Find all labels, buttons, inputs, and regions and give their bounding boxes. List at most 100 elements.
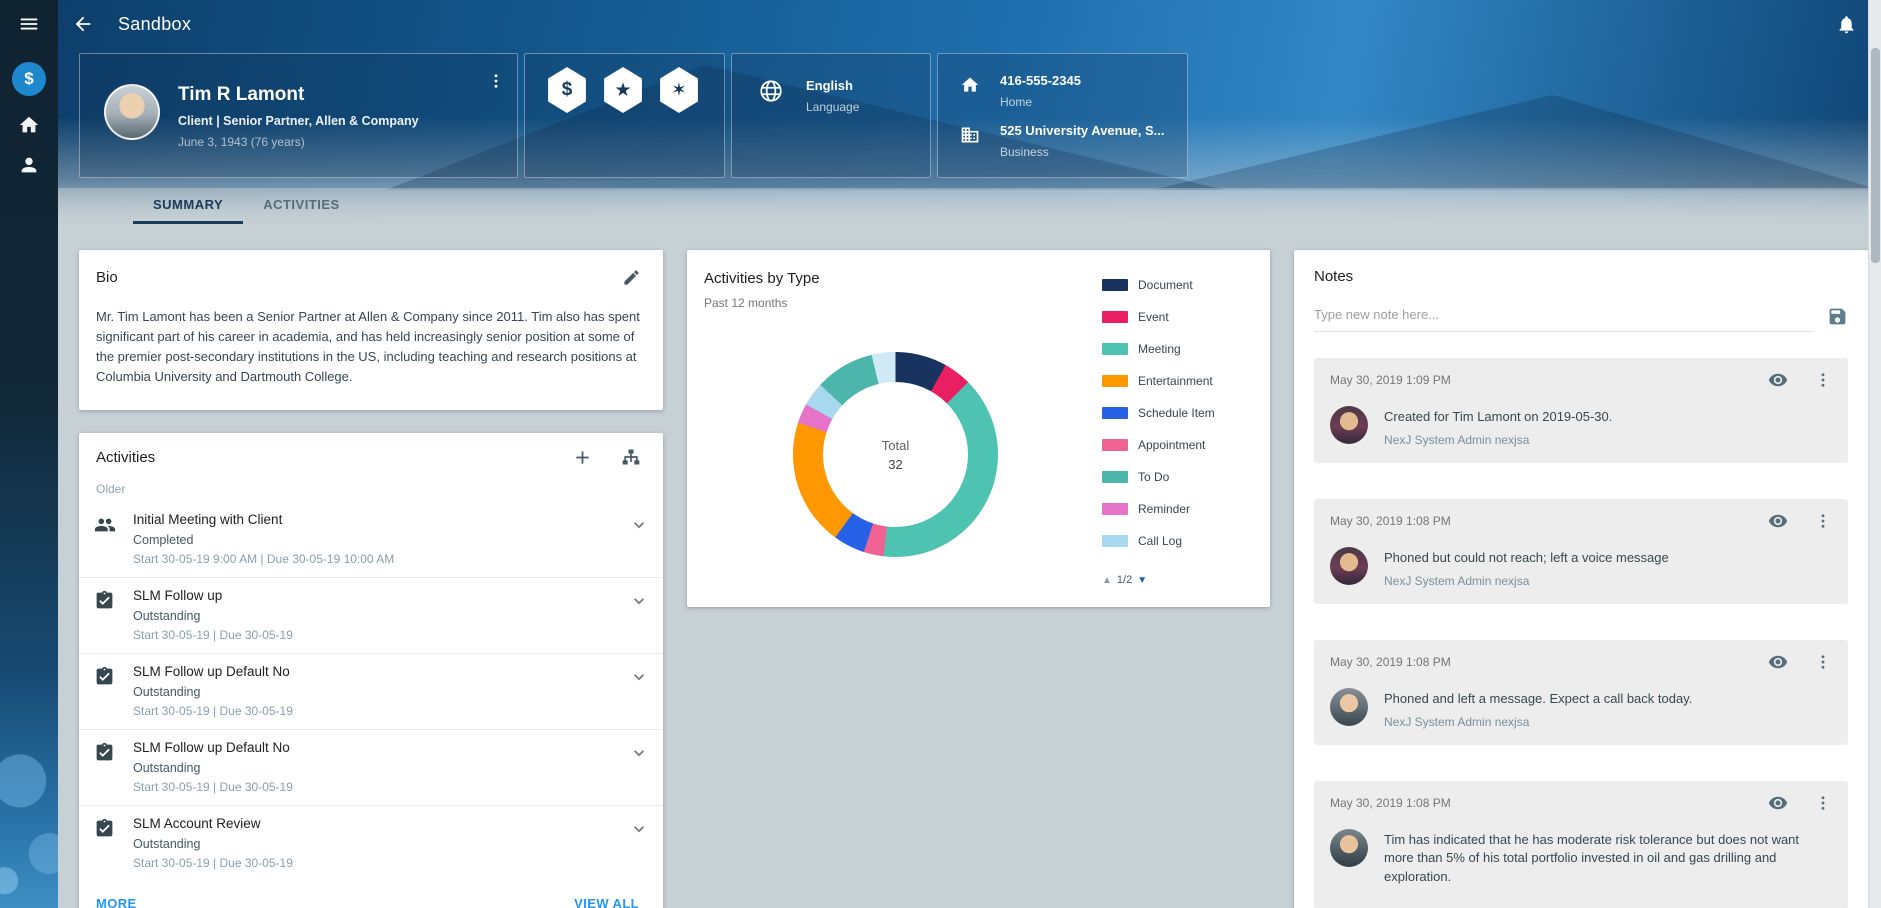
- page-title: Sandbox: [118, 14, 191, 35]
- activity-row[interactable]: Initial Meeting with Client Completed St…: [79, 502, 663, 577]
- language-label: Language: [806, 100, 859, 114]
- legend-page-down-icon[interactable]: ▼: [1137, 575, 1147, 586]
- activities-list: Initial Meeting with Client Completed St…: [79, 502, 663, 881]
- middle-column: Activities by Type Past 12 months Total …: [687, 250, 1270, 607]
- note-menu-kebab-icon[interactable]: [1814, 794, 1832, 812]
- bio-card: Bio Mr. Tim Lamont has been a Senior Par…: [79, 250, 663, 410]
- activity-title: SLM Follow up: [133, 588, 293, 603]
- legend-item: Document: [1102, 274, 1254, 296]
- chevron-down-icon[interactable]: [629, 667, 649, 687]
- legend-item: Meeting: [1102, 338, 1254, 360]
- legend-item: Reminder: [1102, 498, 1254, 520]
- legend-swatch: [1102, 311, 1128, 323]
- activity-row[interactable]: SLM Follow up Default No Outstanding Sta…: [79, 729, 663, 805]
- legend-label: Document: [1138, 278, 1193, 292]
- activity-dates: Start 30-05-19 | Due 30-05-19: [133, 780, 293, 794]
- sidebar-item-profile[interactable]: [18, 154, 40, 176]
- legend-label: To Do: [1138, 470, 1169, 484]
- back-button[interactable]: [72, 13, 94, 35]
- note-date: May 30, 2019 1:08 PM: [1330, 655, 1451, 669]
- activity-title: SLM Follow up Default No: [133, 740, 293, 755]
- profile-menu-icon[interactable]: [487, 72, 505, 90]
- view-all-link[interactable]: VIEW ALL: [574, 896, 639, 908]
- note-date: May 30, 2019 1:08 PM: [1330, 796, 1451, 810]
- new-note-input[interactable]: [1314, 301, 1813, 332]
- notifications-bell-icon[interactable]: [1836, 14, 1857, 35]
- legend-label: Entertainment: [1138, 374, 1213, 388]
- bio-text: Mr. Tim Lamont has been a Senior Partner…: [96, 307, 641, 388]
- note-card: May 30, 2019 1:08 PM Tim has indicated t…: [1314, 781, 1848, 908]
- task-check-icon: [94, 742, 120, 794]
- activity-dates: Start 30-05-19 | Due 30-05-19: [133, 704, 293, 718]
- activities-by-type-card: Activities by Type Past 12 months Total …: [687, 250, 1270, 607]
- right-column: Notes May 30, 2019 1:09 PM: [1294, 250, 1868, 908]
- chevron-down-icon[interactable]: [629, 591, 649, 611]
- legend-page-up-icon[interactable]: ▲: [1102, 575, 1112, 586]
- note-card: May 30, 2019 1:08 PM Phoned and left a m…: [1314, 640, 1848, 745]
- chevron-down-icon[interactable]: [629, 819, 649, 839]
- tab-summary[interactable]: SUMMARY: [133, 188, 243, 224]
- profile-birthdate: June 3, 1943 (76 years): [178, 135, 419, 149]
- legend-item: Event: [1102, 306, 1254, 328]
- star-badge-icon[interactable]: ★: [601, 67, 645, 113]
- view-note-eye-icon[interactable]: [1768, 652, 1788, 672]
- hierarchy-sitemap-icon[interactable]: [621, 447, 641, 467]
- view-note-eye-icon[interactable]: [1768, 370, 1788, 390]
- note-date: May 30, 2019 1:09 PM: [1330, 373, 1451, 387]
- sidebar-item-home[interactable]: [18, 114, 40, 136]
- menu-icon[interactable]: [0, 0, 58, 48]
- activity-row[interactable]: SLM Follow up Outstanding Start 30-05-19…: [79, 577, 663, 653]
- activity-dates: Start 30-05-19 | Due 30-05-19: [133, 628, 293, 642]
- note-menu-kebab-icon[interactable]: [1814, 371, 1832, 389]
- activity-row[interactable]: SLM Follow up Default No Outstanding Sta…: [79, 653, 663, 729]
- add-activity-icon[interactable]: [572, 447, 593, 468]
- chevron-down-icon[interactable]: [629, 515, 649, 535]
- note-author-avatar: [1330, 406, 1368, 444]
- vertical-scrollbar[interactable]: [1868, 0, 1881, 908]
- legend-page-label: 1/2: [1117, 574, 1132, 586]
- note-menu-kebab-icon[interactable]: [1814, 512, 1832, 530]
- activity-row[interactable]: SLM Account Review Outstanding Start 30-…: [79, 805, 663, 881]
- view-note-eye-icon[interactable]: [1768, 793, 1788, 813]
- bio-title: Bio: [96, 269, 118, 286]
- chevron-down-icon[interactable]: [629, 743, 649, 763]
- note-text: Phoned and left a message. Expect a call…: [1384, 690, 1692, 709]
- legend-swatch: [1102, 375, 1128, 387]
- legend-label: Reminder: [1138, 502, 1190, 516]
- activity-title: SLM Account Review: [133, 816, 293, 831]
- activities-card: Activities Older Initial: [79, 433, 663, 908]
- activity-status: Outstanding: [133, 609, 293, 623]
- burst-badge-icon[interactable]: ✶: [657, 67, 701, 113]
- activities-group-label: Older: [79, 474, 663, 502]
- activity-status: Outstanding: [133, 761, 293, 775]
- notes-list: May 30, 2019 1:09 PM Created for Tim Lam…: [1314, 358, 1848, 908]
- language-card: English Language: [731, 53, 931, 178]
- sidebar-item-dollar[interactable]: $: [12, 48, 46, 96]
- activity-status: Outstanding: [133, 685, 293, 699]
- task-check-icon: [94, 590, 120, 642]
- globe-icon: [758, 78, 784, 177]
- sidebar: $: [0, 0, 58, 908]
- contact-phone: 416-555-2345: [1000, 73, 1081, 88]
- legend-swatch: [1102, 503, 1128, 515]
- activity-dates: Start 30-05-19 | Due 30-05-19: [133, 856, 293, 870]
- note-text: Created for Tim Lamont on 2019-05-30.: [1384, 408, 1612, 427]
- legend-swatch: [1102, 535, 1128, 547]
- note-menu-kebab-icon[interactable]: [1814, 653, 1832, 671]
- scrollbar-thumb[interactable]: [1871, 48, 1880, 263]
- view-note-eye-icon[interactable]: [1768, 511, 1788, 531]
- save-note-icon[interactable]: [1827, 306, 1848, 327]
- legend-item: Schedule Item: [1102, 402, 1254, 424]
- content: Bio Mr. Tim Lamont has been a Senior Par…: [58, 224, 1881, 908]
- more-link[interactable]: MORE: [96, 896, 137, 908]
- note-card: May 30, 2019 1:09 PM Created for Tim Lam…: [1314, 358, 1848, 463]
- donut-chart[interactable]: Total 32: [793, 352, 998, 557]
- edit-pencil-icon[interactable]: [622, 268, 641, 287]
- tab-activities[interactable]: ACTIVITIES: [243, 188, 360, 224]
- note-author: NexJ System Admin nexjsa: [1384, 715, 1692, 729]
- activities-title: Activities: [96, 449, 155, 466]
- legend-label: Schedule Item: [1138, 406, 1215, 420]
- legend-swatch: [1102, 407, 1128, 419]
- dollar-badge-icon[interactable]: $: [545, 67, 589, 113]
- note-card: May 30, 2019 1:08 PM Phoned but could no…: [1314, 499, 1848, 604]
